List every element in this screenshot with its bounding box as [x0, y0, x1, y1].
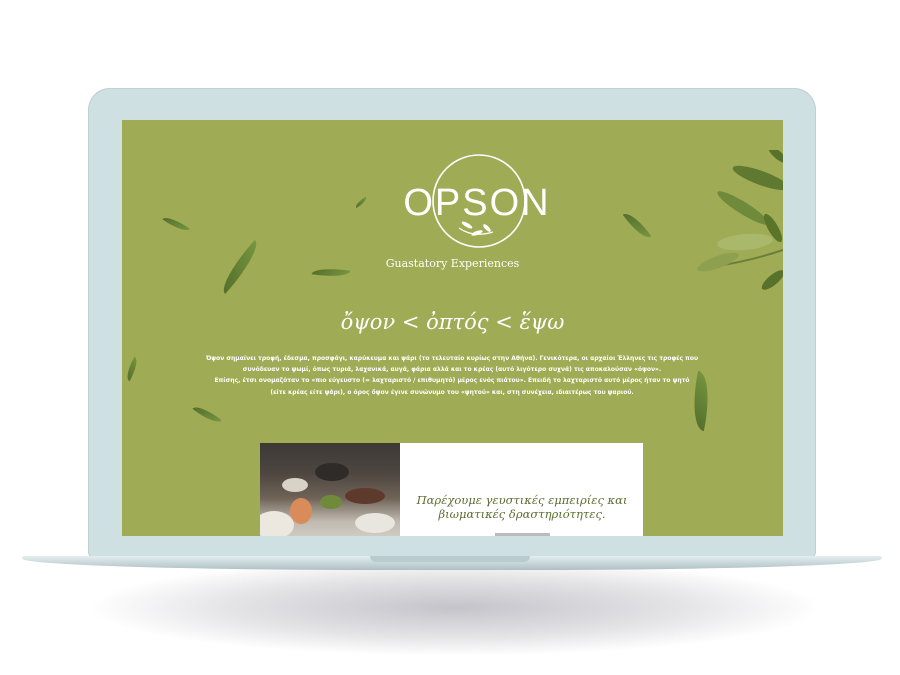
card-text-line: βιωματικές δραστηριότητες.: [438, 507, 606, 521]
card-text: Παρέχουμε γευστικές εμπειρίες και βιωματ…: [408, 493, 636, 521]
logo-tagline: Guastatory Experiences: [385, 257, 520, 270]
logo-text: OPSON: [403, 182, 550, 224]
leaf-decoration: [122, 356, 142, 382]
paragraph-line: συνόδευαν το ψωμί, όπως τυριά, λαχανικά,…: [242, 366, 662, 374]
card-subtext-divider: [495, 533, 550, 536]
website-screen: OPSON Guastatory Experiences ὄψον < ὀπτό…: [122, 120, 783, 536]
paragraph-line: (είτε κρέας είτε ψάρι), ο όρος ὄψον έγιν…: [270, 388, 634, 396]
hero-paragraph: Όψον σημαίνει τροφή, έδεσμα, προσφάγι, κ…: [202, 353, 702, 398]
laptop-notch: [370, 556, 530, 562]
paragraph-line: Επίσης, έτσι ονομαζόταν το «πιο εύγευστο…: [214, 377, 690, 385]
food-table-photo: [260, 443, 400, 536]
laptop-shadow: [95, 560, 815, 655]
experiences-card: Παρέχουμε γευστικές εμπειρίες και βιωματ…: [260, 443, 643, 536]
opson-logo: OPSON: [403, 154, 550, 248]
paragraph-line: Όψον σημαίνει τροφή, έδεσμα, προσφάγι, κ…: [205, 355, 699, 362]
leaf-decoration: [192, 401, 222, 428]
hero-heading: ὄψον < ὀπτός < ἕψω: [340, 310, 565, 334]
leaf-decoration: [162, 212, 190, 236]
leaf-decoration: [622, 208, 652, 243]
leaf-decoration: [353, 196, 369, 209]
card-text-line: Παρέχουμε γευστικές εμπειρίες και: [416, 493, 628, 507]
